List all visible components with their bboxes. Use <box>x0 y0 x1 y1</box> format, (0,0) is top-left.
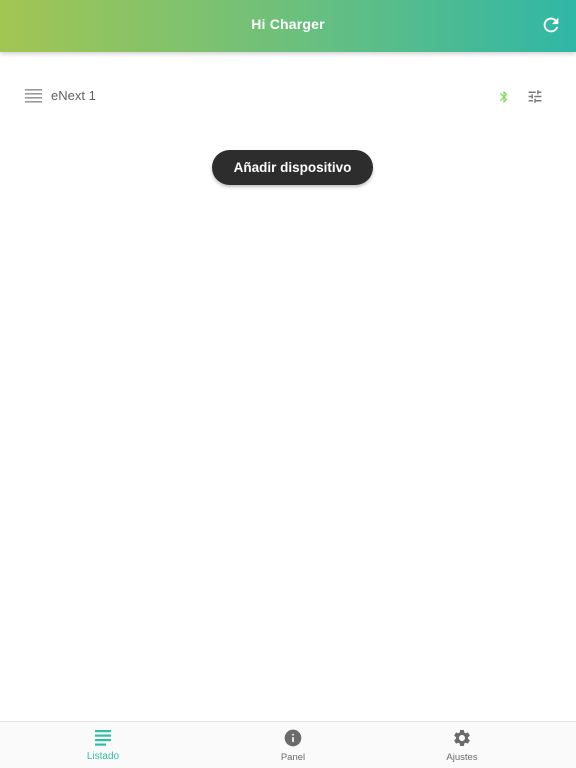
add-device-button[interactable]: Añadir dispositivo <box>212 150 373 185</box>
menu-lines-icon[interactable] <box>25 88 42 104</box>
list-icon <box>95 730 111 746</box>
device-name: eNext 1 <box>51 88 96 103</box>
app-header: Hi Charger <box>0 0 576 52</box>
gear-icon <box>454 730 470 746</box>
refresh-icon <box>543 17 559 33</box>
tab-panel[interactable]: Panel <box>233 722 353 768</box>
device-list-item[interactable]: eNext 1 <box>0 78 576 114</box>
page-title: Hi Charger <box>251 16 325 32</box>
tune-sliders-icon[interactable] <box>526 88 544 105</box>
info-icon <box>284 729 302 747</box>
tab-listado[interactable]: Listado <box>43 722 163 768</box>
bottom-navigation: Listado Panel Ajustes <box>0 721 576 768</box>
tab-panel-label: Panel <box>280 752 306 763</box>
refresh-button[interactable] <box>540 14 562 36</box>
tab-listado-label: Listado <box>86 751 120 762</box>
app-root: Hi Charger eNext 1 Añadir dispositivo Li… <box>0 0 576 768</box>
tab-ajustes[interactable]: Ajustes <box>402 722 522 768</box>
tab-ajustes-label: Ajustes <box>446 752 478 763</box>
bluetooth-icon <box>499 91 508 103</box>
